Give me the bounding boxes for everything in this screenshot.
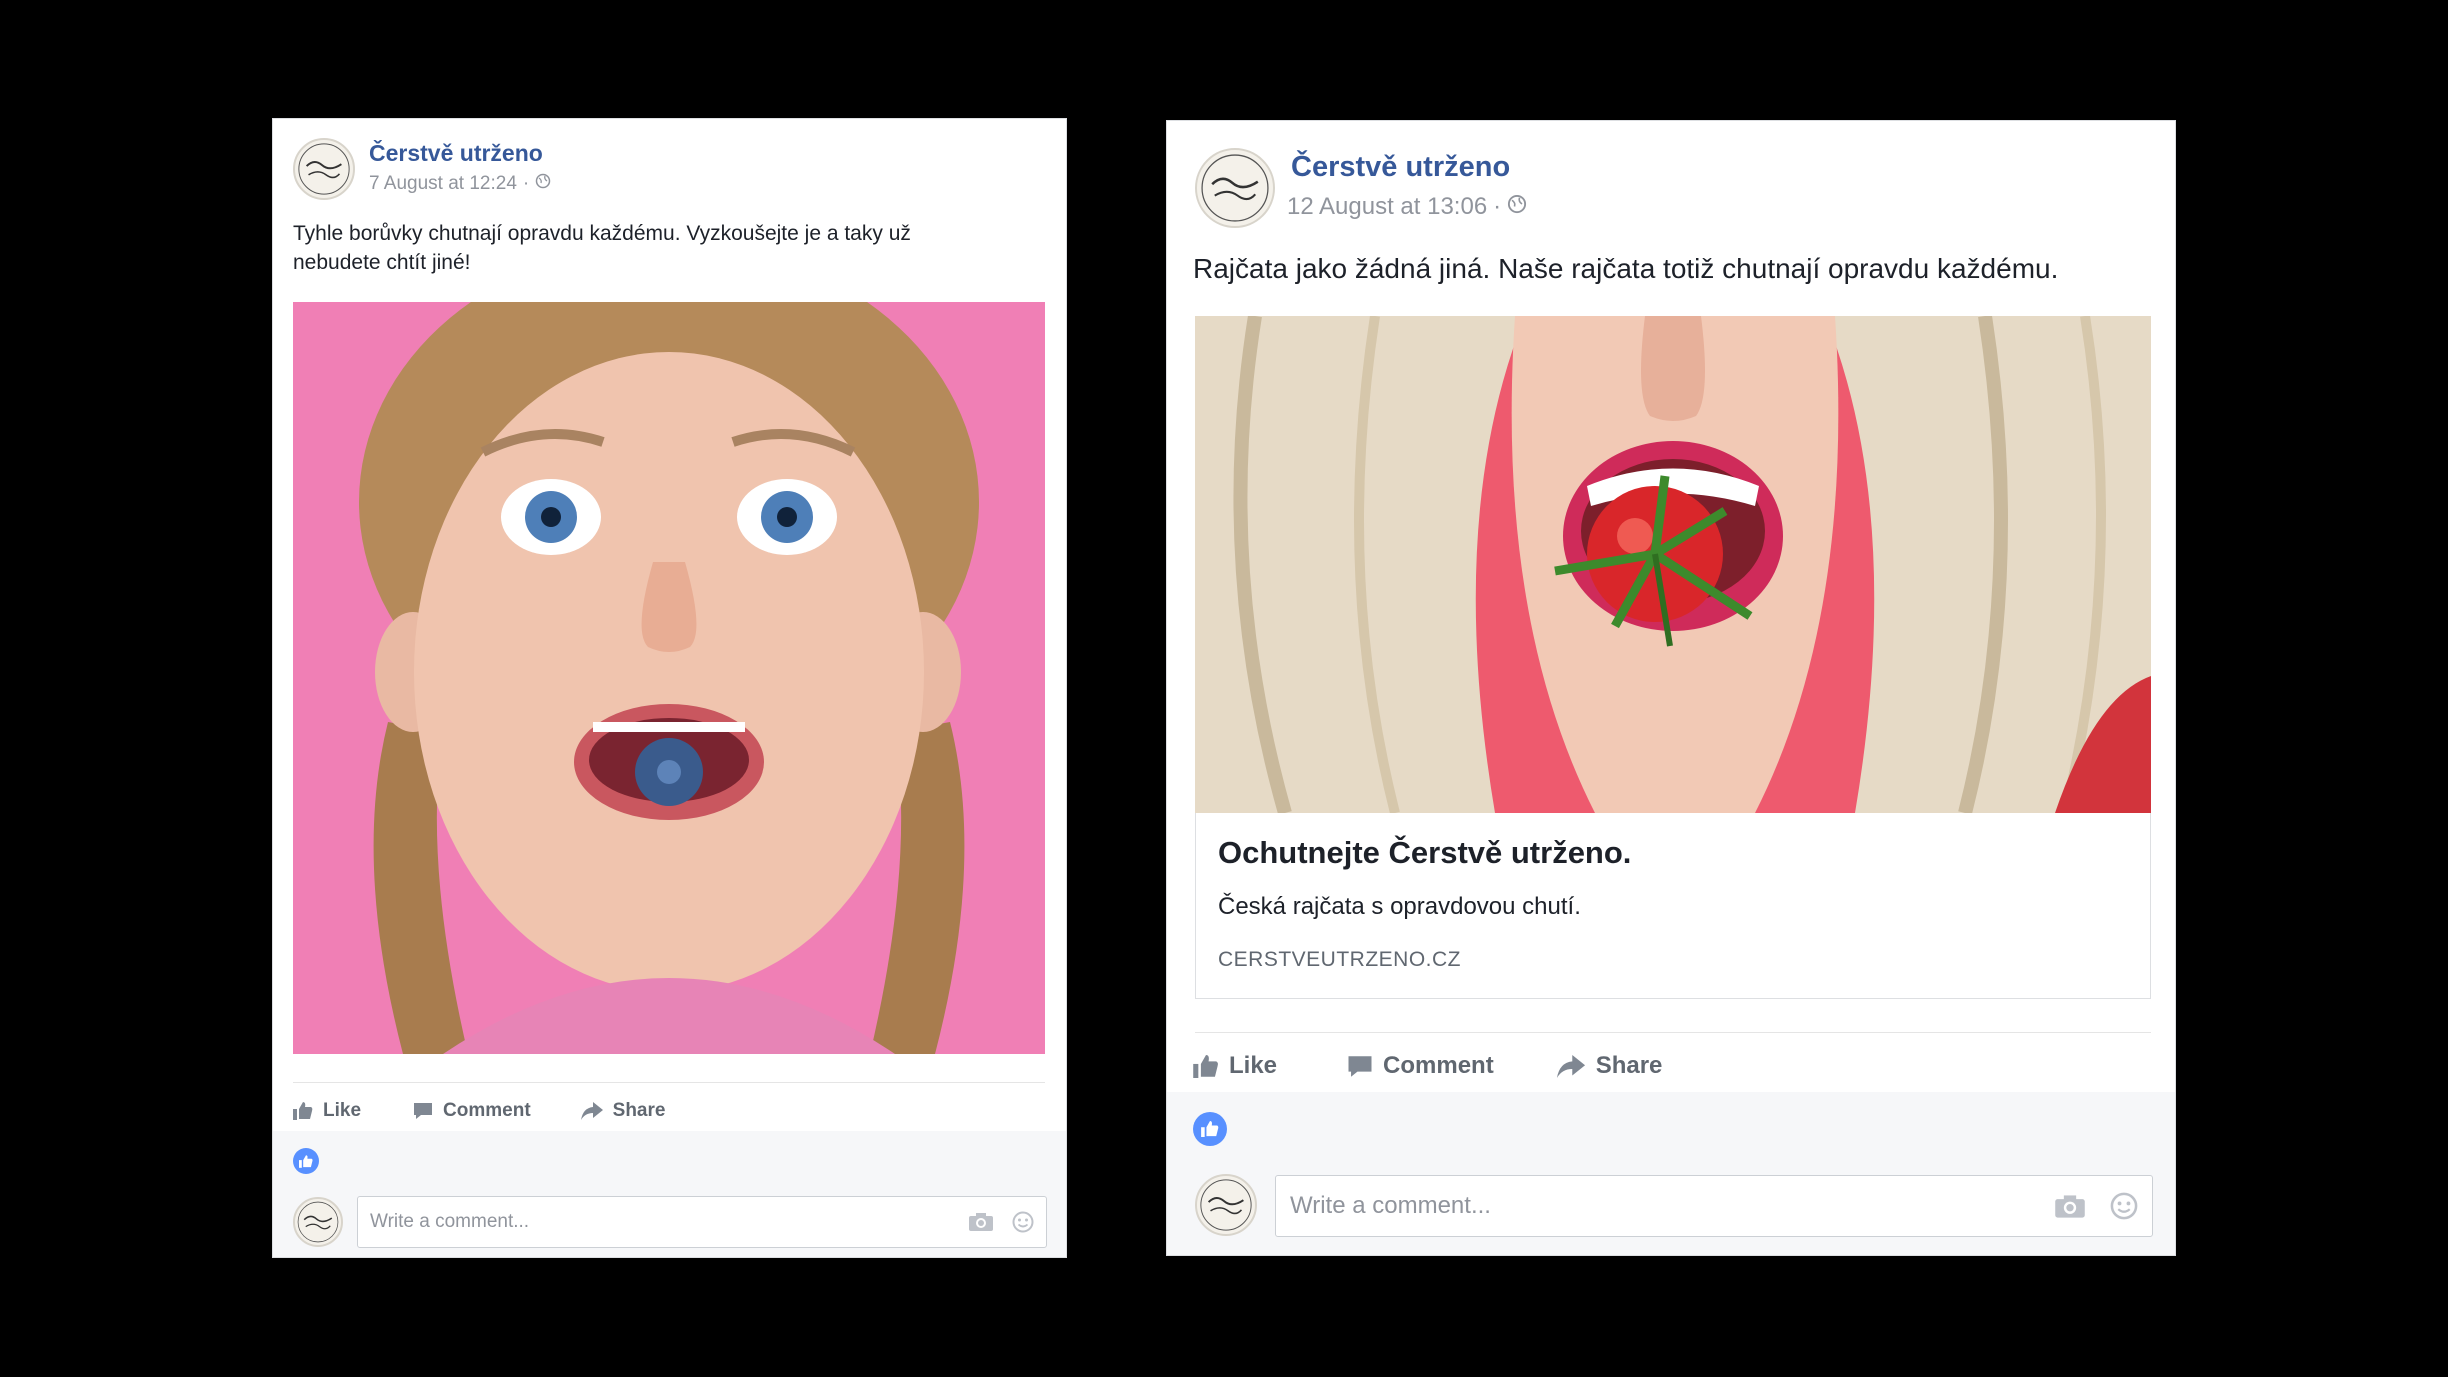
comment-icon xyxy=(414,1103,433,1119)
comment-label: Comment xyxy=(443,1100,531,1121)
comments-area: Write a comment... xyxy=(273,1131,1066,1257)
comment-button[interactable]: Comment xyxy=(1347,1052,1494,1080)
comment-placeholder: Write a comment... xyxy=(1290,1192,1491,1219)
comment-input[interactable]: Write a comment... xyxy=(357,1196,1047,1248)
link-preview-card[interactable]: Ochutnejte Čerstvě utrženo. Česká rajčat… xyxy=(1195,813,2151,999)
meta-separator: · xyxy=(1493,193,1502,220)
page-avatar[interactable] xyxy=(1195,148,1275,228)
comment-placeholder: Write a comment... xyxy=(370,1211,530,1232)
post-photo[interactable] xyxy=(293,302,1045,1054)
post-blueberry: Čerstvě utrženo 7 August at 12:24 · Tyhl… xyxy=(272,118,1067,1258)
comment-button[interactable]: Comment xyxy=(413,1100,531,1122)
like-label: Like xyxy=(323,1100,362,1121)
action-divider xyxy=(293,1082,1045,1083)
comment-input[interactable]: Write a comment... xyxy=(1275,1175,2153,1237)
action-bar: Like Comment Share xyxy=(1193,1043,1662,1089)
link-domain: CERSTVEUTRZENO.CZ xyxy=(1218,948,1462,971)
link-title[interactable]: Ochutnejte Čerstvě utrženo. xyxy=(1218,835,1631,871)
like-icon xyxy=(1193,1054,1218,1078)
like-reaction-icon[interactable] xyxy=(1193,1112,1227,1146)
globe-icon xyxy=(1507,193,1527,221)
share-icon xyxy=(580,1102,603,1120)
commenter-avatar[interactable] xyxy=(293,1197,343,1247)
camera-icon[interactable] xyxy=(968,1212,994,1232)
post-photo[interactable] xyxy=(1195,316,2151,813)
smiley-icon[interactable] xyxy=(1012,1211,1034,1233)
post-text: Tyhle borůvky chutnají opravdu každému. … xyxy=(293,222,911,275)
post-date[interactable]: 12 August at 13:06 xyxy=(1287,193,1487,221)
share-label: Share xyxy=(612,1100,666,1121)
page-avatar[interactable] xyxy=(293,138,355,200)
post-tomato: Čerstvě utrženo 12 August at 13:06 · Raj… xyxy=(1166,120,2176,1256)
camera-icon[interactable] xyxy=(2054,1194,2086,1219)
comment-label: Comment xyxy=(1383,1052,1494,1079)
like-button[interactable]: Like xyxy=(1193,1052,1277,1080)
link-description: Česká rajčata s opravdovou chutí. xyxy=(1218,893,1581,920)
share-button[interactable]: Share xyxy=(1556,1052,1663,1080)
like-reaction-icon[interactable] xyxy=(293,1148,319,1174)
post-text: Rajčata jako žádná jiná. Naše rajčata to… xyxy=(1193,253,2059,284)
smiley-icon[interactable] xyxy=(2110,1192,2138,1220)
post-timestamp: 7 August at 12:24 · xyxy=(369,173,551,195)
share-icon xyxy=(1556,1054,1585,1078)
share-label: Share xyxy=(1595,1052,1663,1079)
action-bar: Like Comment Share xyxy=(293,1092,665,1130)
page-name-link[interactable]: Čerstvě utrženo xyxy=(1291,151,1510,184)
globe-icon xyxy=(535,173,551,195)
post-date[interactable]: 7 August at 12:24 xyxy=(369,173,517,195)
comments-area: Write a comment... xyxy=(1167,1092,2175,1255)
like-icon xyxy=(293,1102,313,1120)
share-button[interactable]: Share xyxy=(580,1100,666,1122)
commenter-avatar[interactable] xyxy=(1195,1174,1257,1236)
meta-separator: · xyxy=(522,173,530,194)
action-divider xyxy=(1195,1032,2151,1033)
post-timestamp: 12 August at 13:06 · xyxy=(1287,193,1527,221)
like-button[interactable]: Like xyxy=(293,1100,361,1122)
page-name-link[interactable]: Čerstvě utrženo xyxy=(369,140,543,167)
like-label: Like xyxy=(1229,1052,1278,1079)
comment-icon xyxy=(1348,1055,1372,1077)
